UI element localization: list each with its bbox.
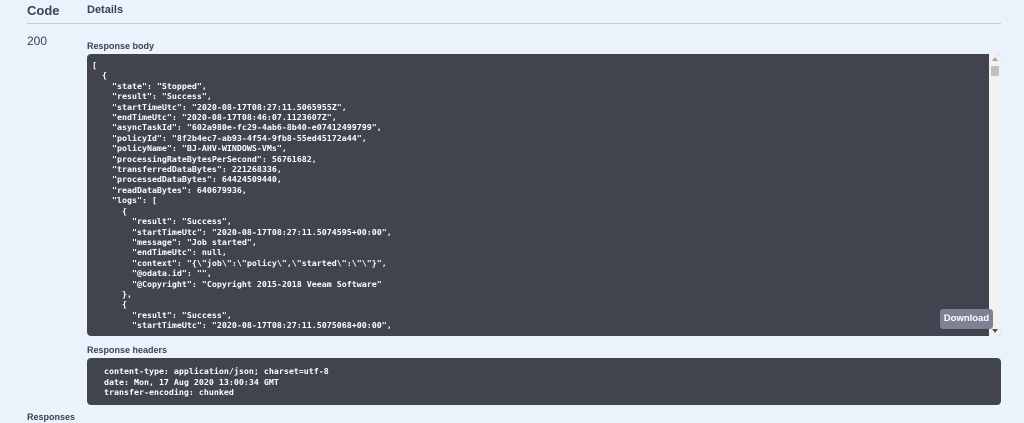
responses-section-title: Responses [27, 412, 76, 422]
body-line: "result": "Success", [92, 309, 232, 320]
header-line: transfer-encoding: chunked [99, 387, 239, 398]
response-body-panel[interactable]: [ { "state": "Stopped", "result": "Succe… [87, 54, 1001, 336]
body-line: }, [92, 288, 132, 299]
body-line: "message": "Job started", [92, 236, 257, 247]
scrollbar-thumb[interactable] [991, 66, 999, 76]
response-headers-label: Response headers [87, 345, 168, 355]
body-line: "startTimeUtc": "2020-08-17T08:27:11.507… [92, 320, 392, 331]
body-line: [ [92, 60, 97, 70]
body-line: "endTimeUtc": "2020-08-17T08:46:07.11236… [92, 112, 337, 123]
body-line: "readDataBytes": 640679936, [92, 184, 247, 195]
download-button[interactable]: Download [940, 309, 993, 329]
body-line: { [92, 70, 107, 81]
response-body-code: [ { "state": "Stopped", "result": "Succe… [92, 60, 392, 331]
details-column-header: Details [87, 4, 124, 16]
body-line: "state": "Stopped", [92, 80, 207, 91]
status-code: 200 [27, 34, 48, 48]
body-line: { [92, 205, 127, 216]
scroll-up-arrow-icon[interactable] [992, 57, 998, 61]
body-line: "startTimeUtc": "2020-08-17T08:27:11.507… [92, 226, 392, 237]
body-line: "context": "{\"job\":\"policy\",\"starte… [92, 257, 387, 268]
body-line: "policyId": "8f2b4ec7-ab93-4f54-9fb8-55e… [92, 132, 367, 143]
body-line: "startTimeUtc": "2020-08-17T08:27:11.506… [92, 101, 347, 112]
response-body-label: Response body [87, 41, 155, 51]
body-line: "transferredDataBytes": 221268336, [92, 164, 282, 175]
body-line: { [92, 299, 127, 310]
body-line: "result": "Success", [92, 216, 232, 227]
header-line: content-type: application/json; charset=… [99, 366, 334, 376]
body-line: "logs": [ [92, 195, 157, 206]
response-headers-code: content-type: application/json; charset=… [99, 366, 334, 398]
body-line: "processedDataBytes": 64424509440, [92, 174, 282, 185]
body-line: "@odata.id": "", [92, 268, 212, 279]
body-line: "asyncTaskId": "602a980e-fc29-4ab6-8b40-… [92, 122, 382, 133]
code-column-header: Code [27, 3, 60, 18]
body-line: "policyName": "BJ-AHV-WINDOWS-VMs", [92, 143, 287, 154]
body-line: "@Copyright": "Copyright 2015-2018 Veeam… [92, 278, 382, 289]
scroll-down-arrow-icon[interactable] [992, 329, 998, 333]
response-headers-panel: content-type: application/json; charset=… [87, 358, 1001, 405]
header-divider [27, 23, 1001, 24]
body-line: "processingRateBytesPerSecond": 56761682… [92, 153, 317, 164]
body-line: "result": "Success", [92, 91, 212, 102]
vertical-scrollbar[interactable] [989, 54, 1001, 336]
header-line: date: Mon, 17 Aug 2020 13:00:34 GMT [99, 376, 284, 387]
body-line: "endTimeUtc": null, [92, 247, 227, 258]
